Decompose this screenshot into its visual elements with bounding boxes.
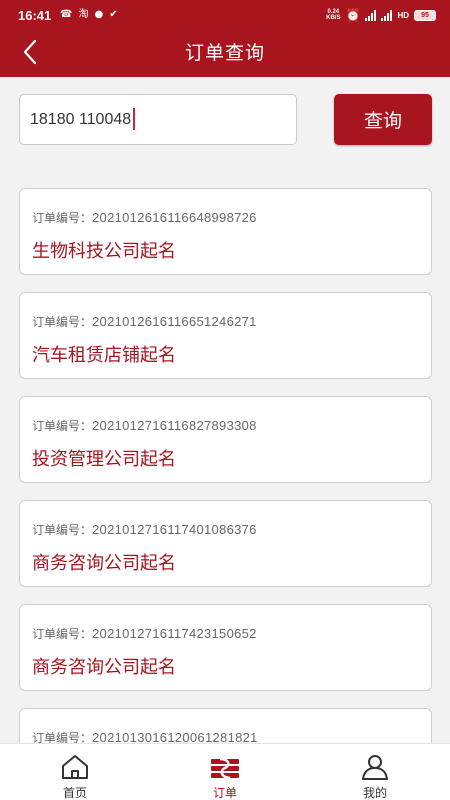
user-icon (362, 755, 388, 780)
search-input[interactable] (19, 94, 297, 145)
order-card[interactable]: 订单编号：2021013016120061281821 (19, 708, 432, 744)
app-header: 16:41 ☎ 淘 ● ✔ 0.24 KB/S ⏰ HD 95 订单查询 (0, 0, 450, 77)
taobao-icon: 淘 (78, 9, 89, 20)
order-list: 订单编号：2021012616116648998726 生物科技公司起名 订单编… (19, 188, 432, 744)
status-bar: 16:41 ☎ 淘 ● ✔ 0.24 KB/S ⏰ HD 95 (0, 0, 450, 32)
tab-label: 我的 (362, 786, 387, 800)
text-caret (133, 108, 135, 130)
order-name: 汽车租赁店铺起名 (32, 345, 176, 366)
order-card[interactable]: 订单编号：2021012616116651246271 汽车租赁店铺起名 (19, 292, 432, 379)
status-time: 16:41 (18, 8, 52, 23)
order-no: 2021012716117423150652 (92, 626, 257, 641)
signal-icon (365, 9, 377, 21)
order-card[interactable]: 订单编号：2021012716117423150652 商务咨询公司起名 (19, 604, 432, 691)
chat-icon: ● (94, 9, 104, 20)
order-card[interactable]: 订单编号：2021012716117401086376 商务咨询公司起名 (19, 500, 432, 587)
order-name: 生物科技公司起名 (32, 241, 176, 262)
order-no-label: 订单编号： (32, 211, 93, 225)
order-name: 投资管理公司起名 (32, 449, 176, 470)
net-speed: 0.24 KB/S (326, 9, 341, 21)
tab-bar: 首页 订单 我的 (0, 743, 450, 800)
tab-label: 订单 (212, 786, 237, 800)
order-no: 2021012716117401086376 (92, 522, 257, 537)
home-icon (62, 755, 88, 779)
order-no-label: 订单编号： (32, 523, 93, 537)
search-button[interactable]: 查询 (334, 94, 432, 145)
order-no-label: 订单编号： (32, 315, 93, 329)
call-icon: ☎ (60, 9, 73, 20)
order-name: 商务咨询公司起名 (32, 553, 176, 574)
order-no: 2021013016120061281821 (92, 730, 258, 744)
order-no-label: 订单编号： (32, 627, 93, 641)
tab-label: 首页 (62, 786, 87, 800)
signal-icon-2 (381, 9, 393, 21)
network-type: HD (397, 10, 409, 20)
order-no: 2021012716116827893308 (92, 418, 257, 433)
order-card[interactable]: 订单编号：2021012616116648998726 生物科技公司起名 (19, 188, 432, 275)
tab-orders[interactable]: 订单 (150, 744, 300, 800)
order-no-label: 订单编号： (32, 419, 93, 433)
order-name: 商务咨询公司起名 (32, 657, 176, 678)
alarm-icon: ⏰ (345, 8, 361, 22)
battery-icon: 95 (414, 9, 436, 21)
order-no: 2021012616116651246271 (92, 314, 257, 329)
page-title: 订单查询 (184, 42, 265, 64)
order-card[interactable]: 订单编号：2021012716116827893308 投资管理公司起名 (19, 396, 432, 483)
order-no: 2021012616116648998726 (92, 210, 257, 225)
check-icon: ✔ (109, 9, 118, 20)
order-icon (211, 757, 239, 780)
tab-mine[interactable]: 我的 (300, 744, 450, 800)
tab-home[interactable]: 首页 (0, 744, 150, 800)
